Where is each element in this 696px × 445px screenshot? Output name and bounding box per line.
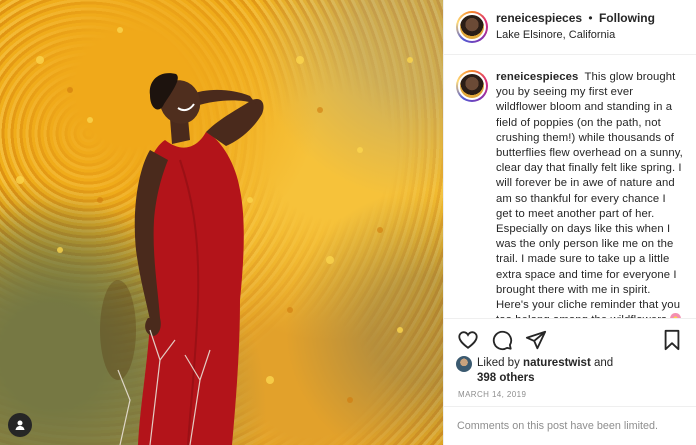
person-icon: [15, 420, 25, 430]
avatar[interactable]: [456, 11, 488, 43]
comments-divider: [444, 406, 696, 407]
caption-avatar[interactable]: [456, 70, 488, 102]
location-link[interactable]: Lake Elsinore, California: [496, 28, 655, 43]
likes-summary: Liked by naturestwist and 398 others: [444, 356, 696, 386]
bookmark-icon[interactable]: [660, 328, 684, 352]
action-bar: [444, 326, 696, 354]
username-link[interactable]: reneicespieces: [496, 11, 582, 25]
caption-text: reneicespieces This glow brought you by …: [496, 70, 684, 318]
post-photo[interactable]: [0, 0, 443, 445]
likes-conjunction: and: [594, 357, 614, 369]
liked-by-label: Liked by: [477, 357, 520, 369]
caption-section: reneicespieces This glow brought you by …: [444, 56, 696, 318]
post-date[interactable]: MARCH 14, 2019: [458, 390, 526, 399]
header-text: reneicespieces • Following Lake Elsinore…: [496, 11, 655, 43]
caption-username-link[interactable]: reneicespieces: [496, 71, 578, 83]
avatar-image: [458, 72, 486, 100]
liker-username-link[interactable]: naturestwist: [523, 357, 591, 369]
comment-icon[interactable]: [490, 328, 514, 352]
comments-limited-notice: Comments on this post have been limited.: [457, 420, 659, 432]
actions-divider: [444, 318, 696, 319]
share-icon[interactable]: [524, 328, 548, 352]
separator-dot: •: [588, 11, 593, 25]
following-button[interactable]: Following: [599, 11, 655, 25]
user-tag-button[interactable]: [8, 413, 32, 437]
woman-in-red-dress-image: [16, 27, 413, 445]
caption-body: This glow brought you by seeing my first…: [496, 71, 683, 318]
liker-avatar[interactable]: [456, 356, 472, 372]
avatar-image: [458, 13, 486, 41]
heart-icon[interactable]: [456, 328, 480, 352]
post-header: reneicespieces • Following Lake Elsinore…: [444, 0, 696, 55]
other-likes-link[interactable]: 398 others: [477, 372, 535, 384]
